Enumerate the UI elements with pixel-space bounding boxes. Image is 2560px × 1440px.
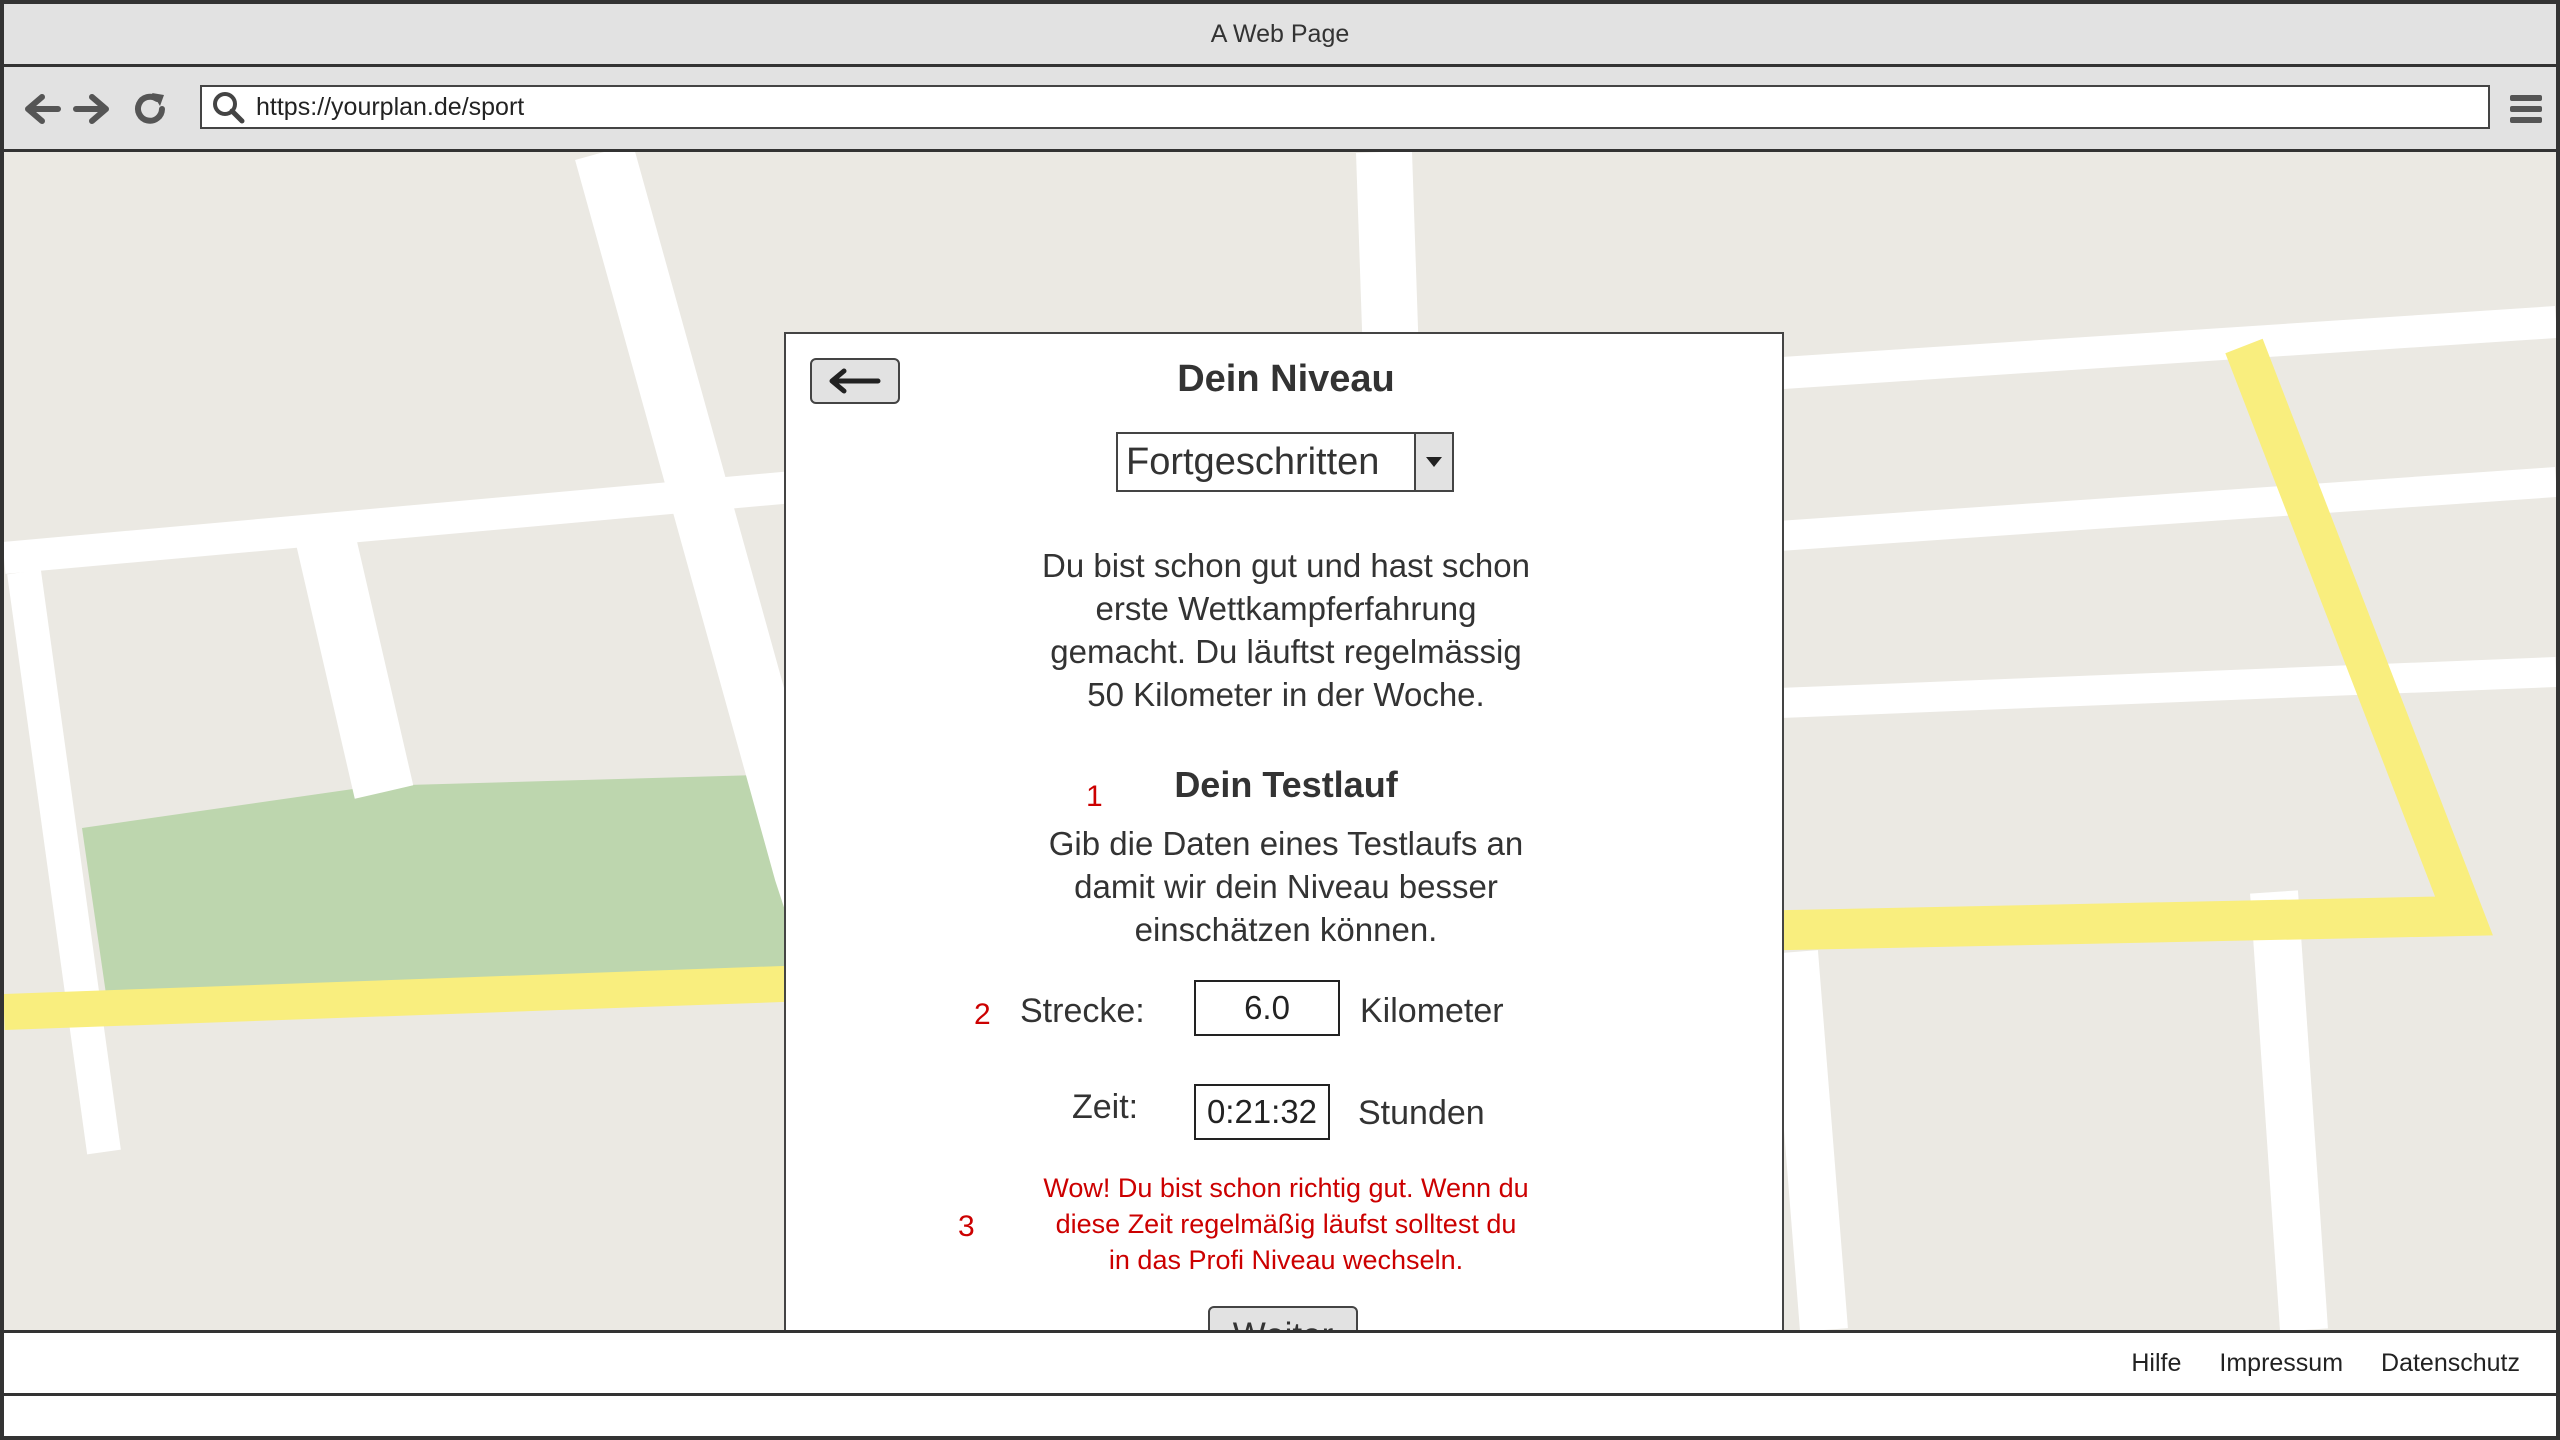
level-description-line: gemacht. Du läuftst regelmässig	[1050, 633, 1522, 670]
browser-navbar: https://yourplan.de/sport	[4, 67, 2556, 152]
level-description-line: 50 Kilometer in der Woche.	[1087, 676, 1485, 713]
chevron-down-icon[interactable]	[1414, 434, 1452, 490]
level-description: Du bist schon gut und hast schon erste W…	[976, 544, 1596, 716]
level-description-line: erste Wettkampferfahrung	[1095, 590, 1477, 627]
footer-link-impressum[interactable]: Impressum	[2219, 1349, 2343, 1378]
search-icon	[206, 87, 250, 127]
footer-links: Hilfe Impressum Datenschutz	[2131, 1333, 2520, 1393]
arrow-right-icon[interactable]	[70, 87, 114, 131]
feedback-line: Wow! Du bist schon richtig gut. Wenn du	[1043, 1173, 1529, 1203]
footer-link-hilfe[interactable]: Hilfe	[2131, 1349, 2181, 1378]
footer-link-datenschutz[interactable]: Datenschutz	[2381, 1349, 2520, 1378]
level-dialog: Dein Niveau Fortgeschritten Du bist scho…	[784, 332, 1784, 1330]
test-run-instructions-line: einschätzen können.	[1134, 911, 1438, 948]
page-viewport: Dein Niveau Fortgeschritten Du bist scho…	[4, 152, 2556, 1330]
hamburger-menu-icon[interactable]	[2506, 87, 2546, 131]
page-footer: Hilfe Impressum Datenschutz	[4, 1330, 2556, 1396]
map-road	[2250, 890, 2328, 1330]
dialog-title: Dein Niveau	[1177, 358, 1395, 400]
distance-input[interactable]: 6.0	[1194, 980, 1340, 1036]
test-run-instructions: Gib die Daten eines Testlaufs an damit w…	[976, 822, 1596, 951]
annotation-marker: 3	[958, 1210, 975, 1243]
level-select[interactable]: Fortgeschritten	[1116, 432, 1454, 492]
level-description-line: Du bist schon gut und hast schon	[1042, 547, 1530, 584]
time-label: Zeit:	[1072, 1088, 1139, 1126]
feedback-line: in das Profi Niveau wechseln.	[1108, 1245, 1464, 1275]
test-run-instructions-line: Gib die Daten eines Testlaufs an	[1048, 825, 1524, 862]
test-run-title: Dein Testlauf	[1174, 764, 1398, 805]
address-bar[interactable]: https://yourplan.de/sport	[200, 85, 2490, 129]
time-unit: Stunden	[1358, 1094, 1485, 1132]
arrow-left-icon[interactable]	[20, 87, 64, 131]
time-input[interactable]: 0:21:32	[1194, 1084, 1330, 1140]
level-select-value[interactable]: Fortgeschritten	[1118, 434, 1414, 490]
distance-label: Strecke:	[1020, 992, 1145, 1030]
next-button[interactable]: Weiter	[1208, 1306, 1358, 1330]
window-title: A Web Page	[1210, 19, 1350, 48]
window-titlebar: A Web Page	[4, 4, 2556, 67]
reload-icon[interactable]	[128, 87, 172, 131]
annotation-marker: 2	[974, 998, 991, 1031]
test-run-instructions-line: damit wir dein Niveau besser	[1074, 868, 1498, 905]
feedback-message: Wow! Du bist schon richtig gut. Wenn du …	[976, 1170, 1596, 1278]
map-road	[1770, 950, 1848, 1330]
url-text[interactable]: https://yourplan.de/sport	[256, 93, 524, 122]
browser-window: A Web Page https://yourplan.de/sport Dei…	[0, 0, 2560, 1440]
feedback-line: diese Zeit regelmäßig läufst solltest du	[1055, 1209, 1517, 1239]
distance-unit: Kilometer	[1360, 992, 1504, 1030]
